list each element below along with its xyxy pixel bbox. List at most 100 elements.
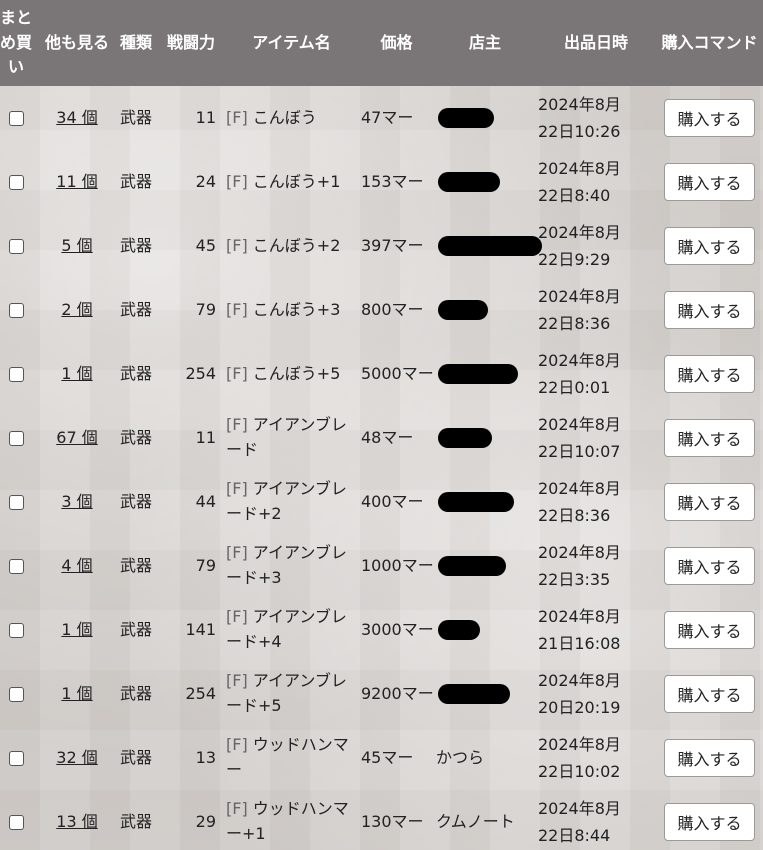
listed-at-cell: 2024年8月 20日20:19: [536, 662, 656, 726]
see-more-link[interactable]: 1 個: [61, 684, 92, 703]
bulk-buy-cell: [0, 342, 40, 406]
buy-button[interactable]: 購入する: [664, 611, 755, 649]
see-more-link[interactable]: 2 個: [61, 300, 92, 319]
listed-time: 22日0:01: [538, 378, 611, 397]
see-more-cell: 2 個: [40, 278, 114, 342]
item-name-cell: [F] アイアンブレード+4: [224, 598, 359, 662]
bulk-buy-checkbox[interactable]: [8, 431, 24, 447]
see-more-link[interactable]: 11 個: [56, 172, 97, 191]
listed-at-cell: 2024年8月 22日9:29: [536, 214, 656, 278]
buy-button[interactable]: 購入する: [664, 547, 755, 585]
see-more-link[interactable]: 67 個: [56, 428, 97, 447]
buy-button[interactable]: 購入する: [664, 739, 755, 777]
table-row: 32 個 武器 13 [F] ウッドハンマー 45マー かつら 2024年8月 2…: [0, 726, 763, 790]
listed-date: 2024年8月: [538, 158, 621, 178]
type-cell: 武器: [119, 812, 152, 832]
see-more-cell: 13 個: [40, 790, 114, 850]
bulk-buy-checkbox[interactable]: [8, 303, 24, 319]
bulk-buy-cell: [0, 470, 40, 534]
listed-date: 2024年8月: [538, 542, 621, 562]
see-more-link[interactable]: 4 個: [61, 556, 92, 575]
price-cell: 153マー: [361, 172, 424, 192]
listed-date: 2024年8月: [538, 478, 621, 498]
buy-button[interactable]: 購入する: [664, 675, 755, 713]
buy-cell: 購入する: [656, 86, 763, 150]
item-name: こんぼう+3: [252, 299, 341, 319]
buy-cell: 購入する: [656, 214, 763, 278]
redacted-mark: [438, 492, 514, 512]
buy-button[interactable]: 購入する: [664, 163, 755, 201]
seller-cell: [434, 342, 536, 406]
buy-cell: 購入する: [656, 662, 763, 726]
buy-button[interactable]: 購入する: [664, 803, 755, 841]
listed-date: 2024年8月: [538, 286, 621, 306]
see-more-link[interactable]: 3 個: [61, 492, 92, 511]
price-cell: 400マー: [361, 492, 424, 512]
bulk-buy-checkbox[interactable]: [8, 559, 24, 575]
listed-at-cell: 2024年8月 22日10:26: [536, 86, 656, 150]
table-row: 34 個 武器 11 [F] こんぼう 47マー 2024年8月 22日10:26…: [0, 86, 763, 150]
buy-cell: 購入する: [656, 406, 763, 470]
listed-time: 22日3:35: [538, 570, 611, 589]
listed-time: 20日20:19: [538, 698, 621, 717]
item-name-cell: [F] こんぼう+2: [224, 214, 359, 278]
bulk-buy-checkbox[interactable]: [8, 495, 24, 511]
listed-date: 2024年8月: [538, 734, 621, 754]
type-cell: 武器: [119, 748, 152, 768]
redacted-mark: [438, 172, 500, 192]
bulk-buy-checkbox[interactable]: [8, 815, 24, 831]
buy-cell: 購入する: [656, 150, 763, 214]
listed-time: 22日8:44: [538, 826, 611, 845]
see-more-link[interactable]: 13 個: [56, 812, 97, 831]
item-name-cell: [F] こんぼう+1: [224, 150, 359, 214]
buy-button[interactable]: 購入する: [664, 291, 755, 329]
item-name-cell: [F] アイアンブレード+5: [224, 662, 359, 726]
header-listed-at: 出品日時: [536, 0, 656, 86]
seller-cell: [434, 278, 536, 342]
seller-cell: [434, 470, 536, 534]
listed-date: 2024年8月: [538, 670, 621, 690]
price-cell: 130マー: [361, 812, 424, 832]
see-more-link[interactable]: 1 個: [61, 364, 92, 383]
listed-date: 2024年8月: [538, 606, 621, 626]
power-cell: 24: [195, 172, 216, 192]
listed-time: 22日8:36: [538, 506, 611, 525]
bulk-buy-checkbox[interactable]: [8, 239, 24, 255]
listed-date: 2024年8月: [538, 94, 621, 114]
header-seller: 店主: [434, 0, 536, 86]
see-more-link[interactable]: 34 個: [56, 108, 97, 127]
power-cell: 254: [185, 684, 216, 704]
buy-button[interactable]: 購入する: [664, 227, 755, 265]
listed-date: 2024年8月: [538, 350, 621, 370]
bulk-buy-cell: [0, 598, 40, 662]
bulk-buy-checkbox[interactable]: [8, 687, 24, 703]
item-tag: [F]: [226, 543, 248, 563]
type-cell: 武器: [119, 364, 152, 384]
see-more-link[interactable]: 5 個: [61, 236, 92, 255]
listed-time: 21日16:08: [538, 634, 621, 653]
bulk-buy-checkbox[interactable]: [8, 175, 24, 191]
bulk-buy-cell: [0, 790, 40, 850]
item-name: こんぼう+5: [252, 363, 341, 383]
header-price: 価格: [359, 0, 434, 86]
buy-button[interactable]: 購入する: [664, 355, 755, 393]
buy-button[interactable]: 購入する: [664, 483, 755, 521]
seller-cell: [434, 662, 536, 726]
item-tag: [F]: [226, 171, 248, 191]
see-more-link[interactable]: 1 個: [61, 620, 92, 639]
bulk-buy-checkbox[interactable]: [8, 623, 24, 639]
buy-button[interactable]: 購入する: [664, 419, 755, 457]
buy-button[interactable]: 購入する: [664, 99, 755, 137]
table-row: 2 個 武器 79 [F] こんぼう+3 800マー 2024年8月 22日8:3…: [0, 278, 763, 342]
see-more-cell: 67 個: [40, 406, 114, 470]
bulk-buy-checkbox[interactable]: [8, 751, 24, 767]
listed-time: 22日10:02: [538, 762, 621, 781]
table-row: 13 個 武器 29 [F] ウッドハンマー+1 130マー クムノート 202…: [0, 790, 763, 850]
power-cell: 11: [195, 108, 216, 128]
item-name: こんぼう+1: [252, 171, 341, 191]
bulk-buy-checkbox[interactable]: [8, 111, 24, 127]
item-tag: [F]: [226, 735, 248, 755]
see-more-link[interactable]: 32 個: [56, 748, 97, 767]
table-row: 1 個 武器 254 [F] アイアンブレード+5 9200マー 2024年8月…: [0, 662, 763, 726]
bulk-buy-checkbox[interactable]: [8, 367, 24, 383]
